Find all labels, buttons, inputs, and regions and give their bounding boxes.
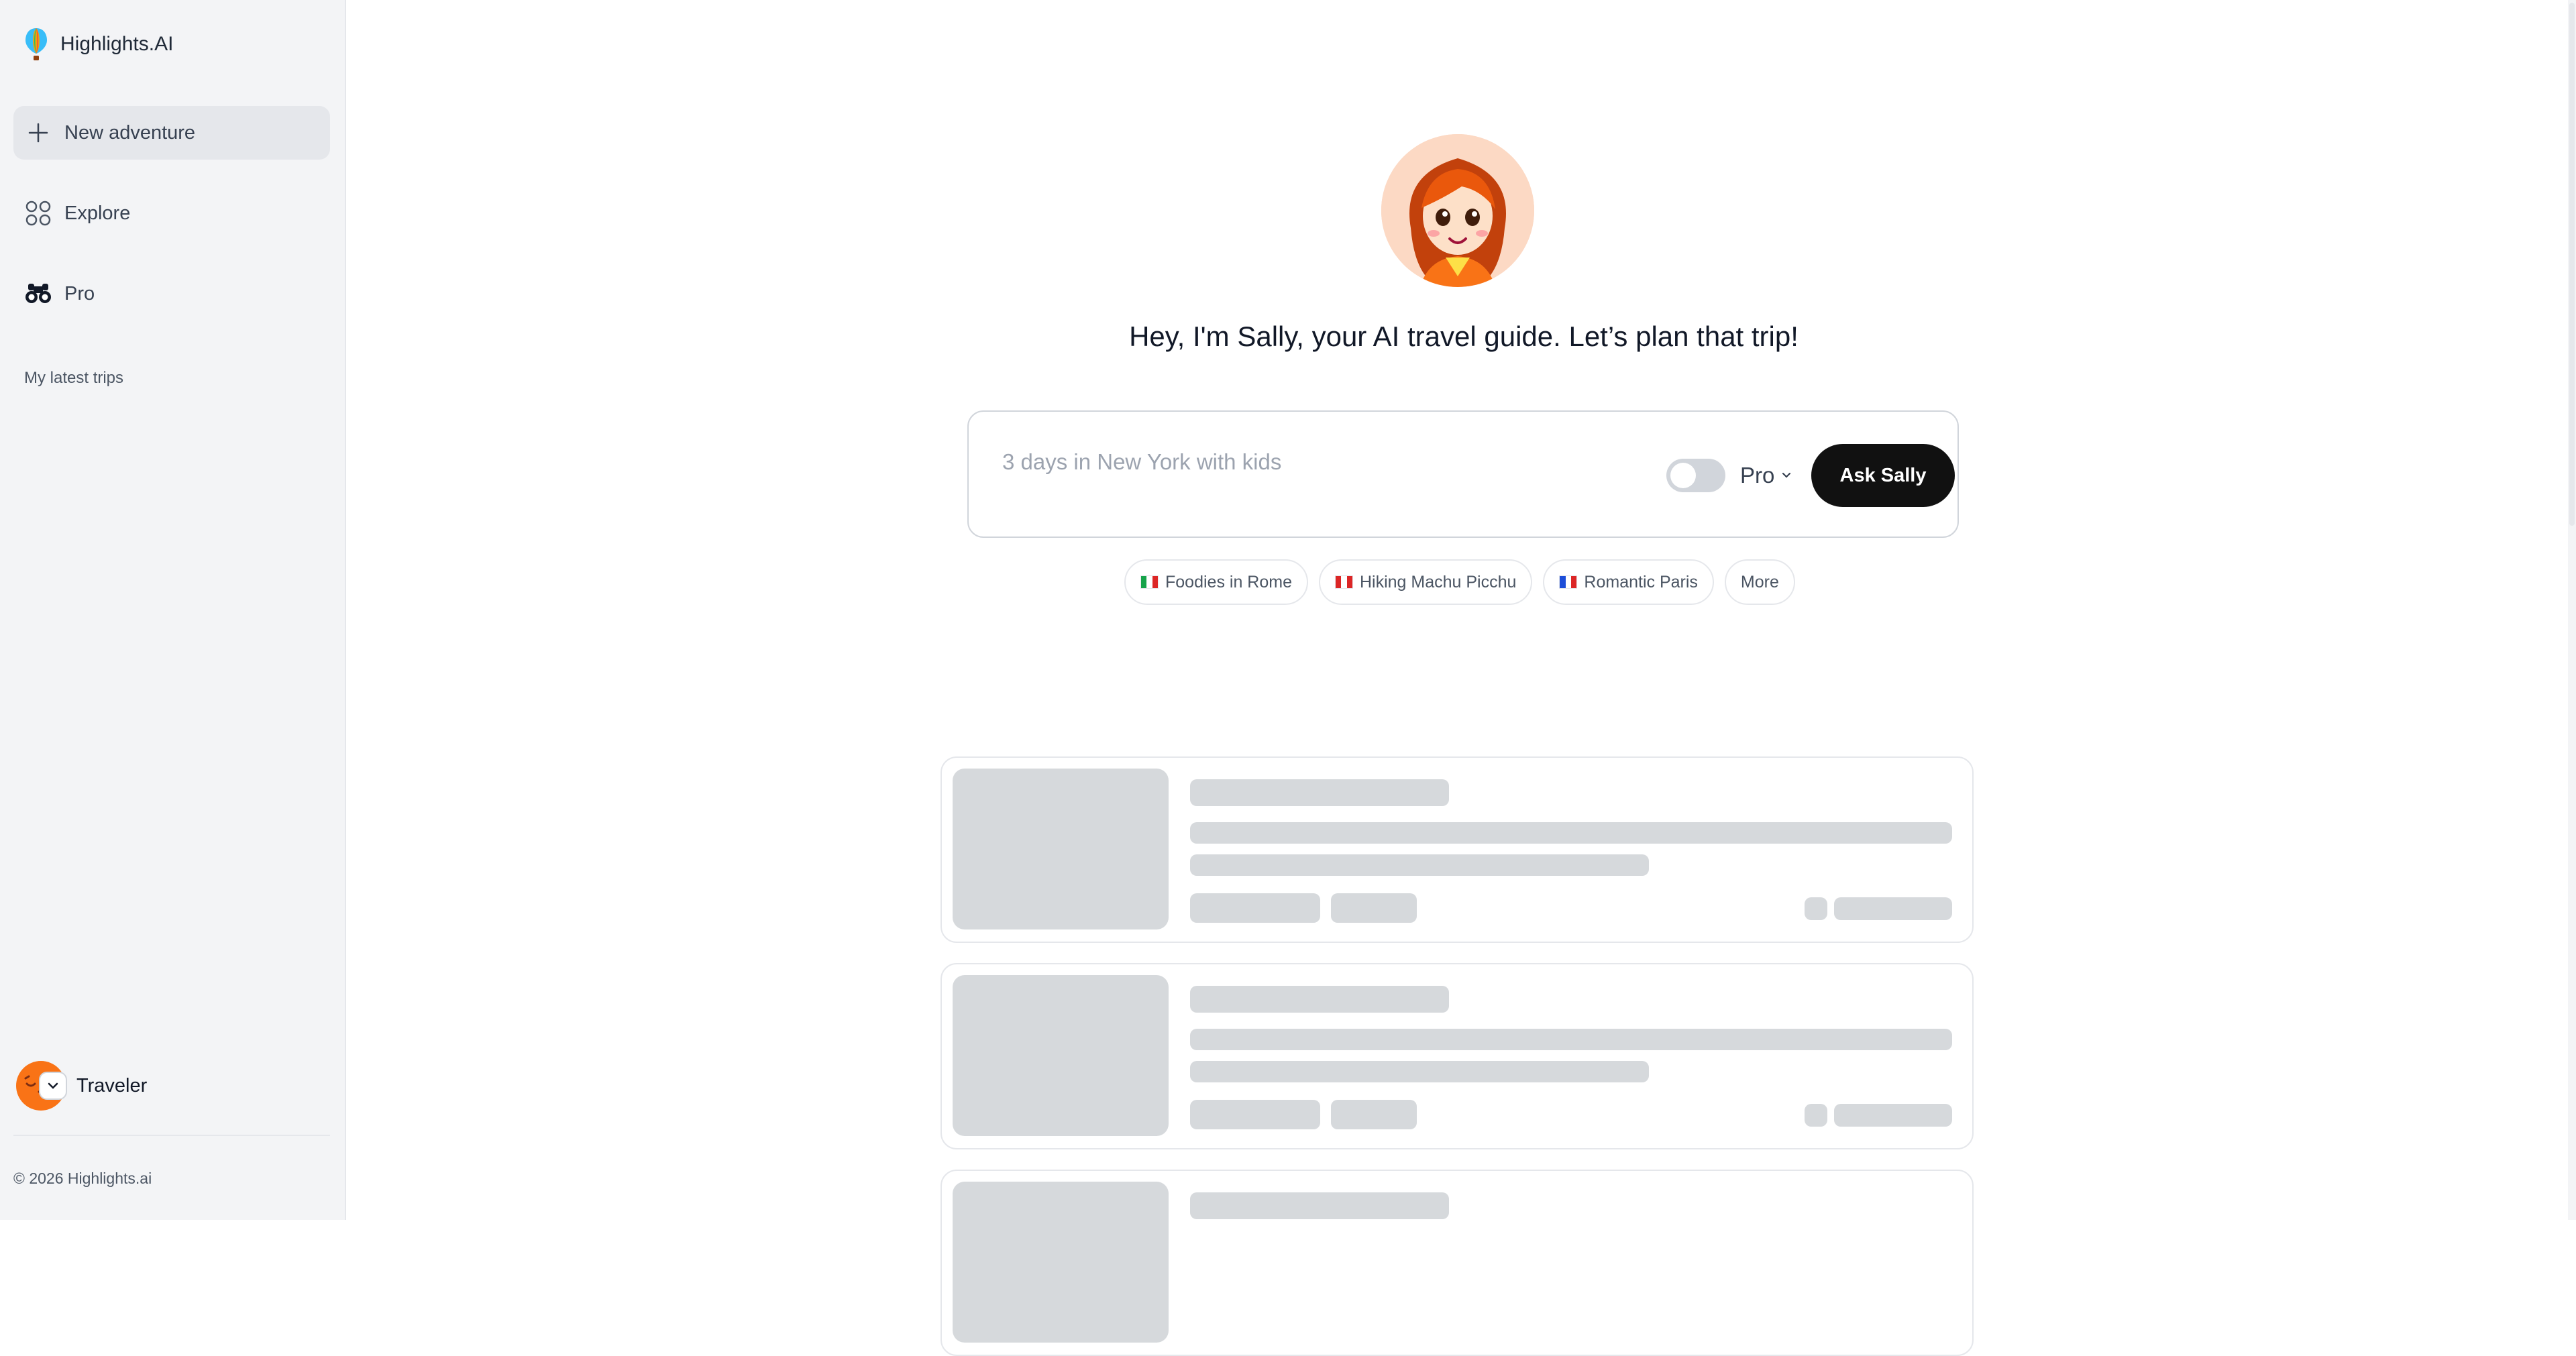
sally-avatar [1381, 134, 1534, 287]
suggestion-chips: Foodies in Rome Hiking Machu Picchu Roma… [1124, 559, 1795, 605]
skeleton-dot [1805, 1104, 1827, 1127]
user-name: Traveler [76, 1074, 148, 1096]
latest-trips-heading: My latest trips [24, 369, 124, 387]
suggestion-label: Romantic Paris [1584, 572, 1698, 591]
chevron-down-icon [1782, 472, 1791, 478]
scrollbar[interactable] [2568, 0, 2576, 1220]
new-adventure-button[interactable]: New adventure [13, 106, 330, 160]
sidebar: Highlights.AI New adventure Explore Pro … [0, 0, 346, 1220]
pro-label: Pro [64, 282, 95, 304]
skeleton-meta [1834, 897, 1952, 920]
prompt-box: Pro Ask Sally [967, 410, 1959, 538]
new-adventure-label: New adventure [64, 121, 196, 144]
explore-label: Explore [64, 202, 131, 224]
chevron-down-icon [48, 1082, 58, 1089]
sidebar-divider [13, 1135, 330, 1136]
greeting-heading: Hey, I'm Sally, your AI travel guide. Le… [1129, 321, 1799, 352]
more-suggestions-button[interactable]: More [1724, 559, 1795, 605]
skeleton-image [953, 1182, 1169, 1343]
plus-icon [24, 119, 52, 147]
skeleton-tag [1190, 1100, 1320, 1129]
skeleton-meta [1834, 1104, 1952, 1127]
skeleton-line [1190, 822, 1952, 844]
skeleton-line [1190, 1029, 1952, 1050]
trip-card-skeleton [941, 756, 1974, 943]
toggle-knob [1670, 463, 1696, 488]
ask-sally-button[interactable]: Ask Sally [1811, 444, 1955, 507]
skeleton-title [1190, 779, 1449, 806]
skeleton-line [1190, 854, 1649, 876]
sidebar-item-pro[interactable]: Pro [13, 267, 330, 321]
suggestion-chip[interactable]: Romantic Paris [1543, 559, 1714, 605]
suggestion-chip[interactable]: Foodies in Rome [1124, 559, 1308, 605]
balloon-logo-icon [25, 28, 47, 60]
more-label: More [1740, 572, 1779, 591]
sidebar-item-explore[interactable]: Explore [13, 186, 330, 240]
mode-select[interactable]: Pro [1740, 460, 1792, 491]
suggestion-label: Foodies in Rome [1165, 572, 1292, 591]
brand[interactable]: Highlights.AI [24, 27, 173, 62]
trip-card-skeleton [941, 963, 1974, 1149]
skeleton-image [953, 769, 1169, 929]
skeleton-tag [1331, 893, 1417, 923]
scrollbar-thumb[interactable] [2569, 3, 2575, 526]
user-menu-toggle[interactable] [39, 1072, 67, 1100]
pro-toggle[interactable] [1666, 459, 1725, 492]
skeleton-dot [1805, 897, 1827, 920]
peru-flag-icon [1334, 575, 1353, 589]
suggestion-chip[interactable]: Hiking Machu Picchu [1318, 559, 1533, 605]
skeleton-line [1190, 1061, 1649, 1082]
skeleton-tag [1331, 1100, 1417, 1129]
main-content: Hey, I'm Sally, your AI travel guide. Le… [346, 0, 2576, 1356]
skeleton-title [1190, 1192, 1449, 1219]
skeleton-image [953, 975, 1169, 1136]
suggestion-label: Hiking Machu Picchu [1359, 572, 1517, 591]
skeleton-title [1190, 986, 1449, 1013]
france-flag-icon [1559, 575, 1578, 589]
mode-label: Pro [1740, 463, 1775, 488]
binoculars-icon [24, 280, 52, 308]
user-menu[interactable]: Traveler [16, 1061, 147, 1111]
brand-name: Highlights.AI [60, 33, 174, 55]
skeleton-tag [1190, 893, 1320, 923]
grid-icon [24, 199, 52, 227]
trip-prompt-input[interactable] [1001, 445, 1605, 479]
copyright: © 2026 Highlights.ai [13, 1170, 152, 1187]
trip-card-skeleton [941, 1170, 1974, 1356]
italy-flag-icon [1140, 575, 1159, 589]
